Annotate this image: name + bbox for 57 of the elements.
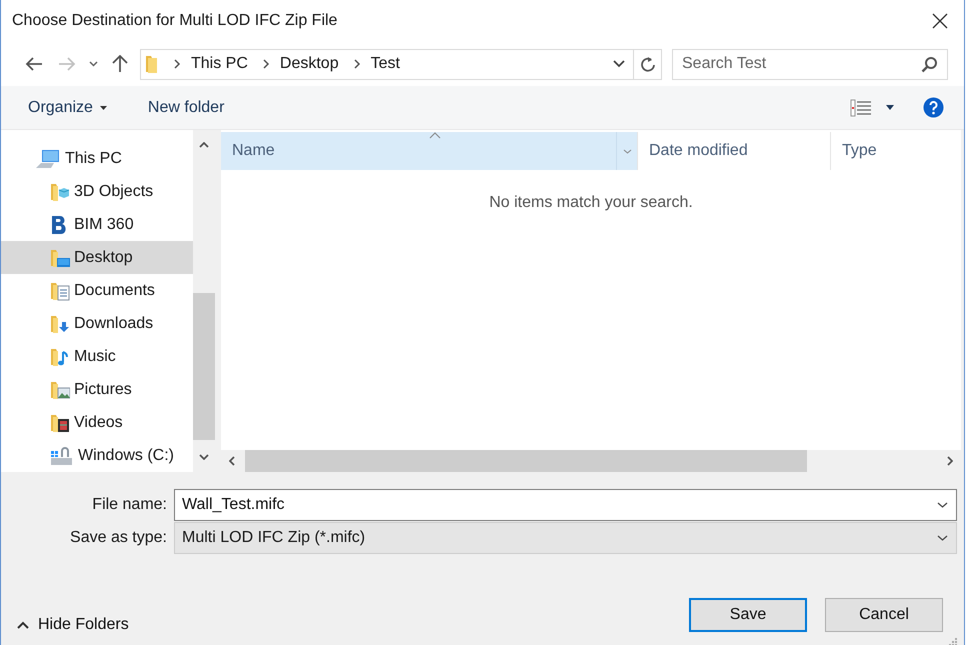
dialog-button[interactable]: Cancel [825, 598, 943, 632]
nav-item[interactable]: Videos [1, 406, 193, 439]
chevron-down-icon [199, 454, 209, 460]
scrollbar-thumb[interactable] [245, 450, 807, 472]
caret-icon [886, 105, 894, 110]
nav-item[interactable]: Windows (C:) [1, 439, 193, 472]
nav-item[interactable]: Music [1, 340, 193, 373]
nav-item[interactable]: Pictures [1, 373, 193, 406]
field-label: File name: [91, 496, 167, 514]
breadcrumb-item[interactable]: Desktop [280, 55, 339, 73]
column-header[interactable]: Name [221, 132, 638, 170]
chevron-down-icon [622, 148, 632, 154]
chevron-right-icon [947, 456, 953, 466]
caret-icon [100, 106, 107, 110]
nav-item[interactable]: Desktop [1, 241, 193, 274]
chevron-down-icon [937, 534, 948, 540]
folder-icon [145, 54, 159, 74]
computer-icon [35, 148, 61, 170]
resize-grip-icon [949, 638, 957, 645]
help-icon [923, 97, 944, 118]
chevron-icon [352, 59, 361, 69]
nav-item[interactable]: BIM 360 [1, 208, 193, 241]
chevron-down-icon [937, 502, 948, 508]
nav-item[interactable]: This PC [1, 142, 193, 175]
new-folder-button[interactable]: New folder [136, 92, 236, 124]
nav-item[interactable]: 3D Objects [1, 175, 193, 208]
chevron-up-icon [199, 142, 209, 148]
organize-button[interactable]: Organize [17, 92, 118, 124]
nav-item[interactable]: Documents [1, 274, 193, 307]
sort-caret-icon [429, 132, 441, 139]
search-field[interactable]: Search Test [672, 48, 948, 80]
chevron-left-icon [229, 456, 235, 466]
address-bar[interactable]: This PC Desktop Test [140, 48, 662, 80]
chevron-icon [262, 59, 270, 69]
empty-message: No items match your search. [488, 194, 694, 212]
chevron-up-icon [17, 621, 29, 629]
window-title: Choose Destination for Multi LOD IFC Zip File [12, 12, 338, 30]
dialog-button[interactable]: Save [689, 598, 807, 632]
field-label: Save as type: [69, 528, 167, 546]
search-icon [921, 56, 938, 72]
file-type-dropdown[interactable]: Multi LOD IFC Zip (*.mifc) [174, 522, 957, 554]
nav-item[interactable]: Downloads [1, 307, 193, 340]
drive-icon [48, 444, 74, 466]
breadcrumb-item[interactable]: Test [370, 55, 400, 73]
column-header[interactable]: Type [831, 132, 961, 170]
chevron-icon [173, 59, 181, 69]
details-view-icon [850, 98, 872, 116]
caret-icon [613, 60, 625, 68]
scrollbar-thumb[interactable] [193, 293, 215, 440]
forward-arrow-icon [58, 57, 76, 71]
up-arrow-icon [112, 55, 128, 73]
refresh-icon [640, 56, 656, 72]
hide-folders-button[interactable]: Hide Folders [17, 616, 129, 634]
file-name-field[interactable]: Wall_Test.mifc [174, 488, 957, 520]
column-header[interactable]: Date modified [638, 132, 831, 170]
breadcrumb-item[interactable]: This PC [191, 55, 248, 73]
back-arrow-icon [24, 57, 42, 71]
